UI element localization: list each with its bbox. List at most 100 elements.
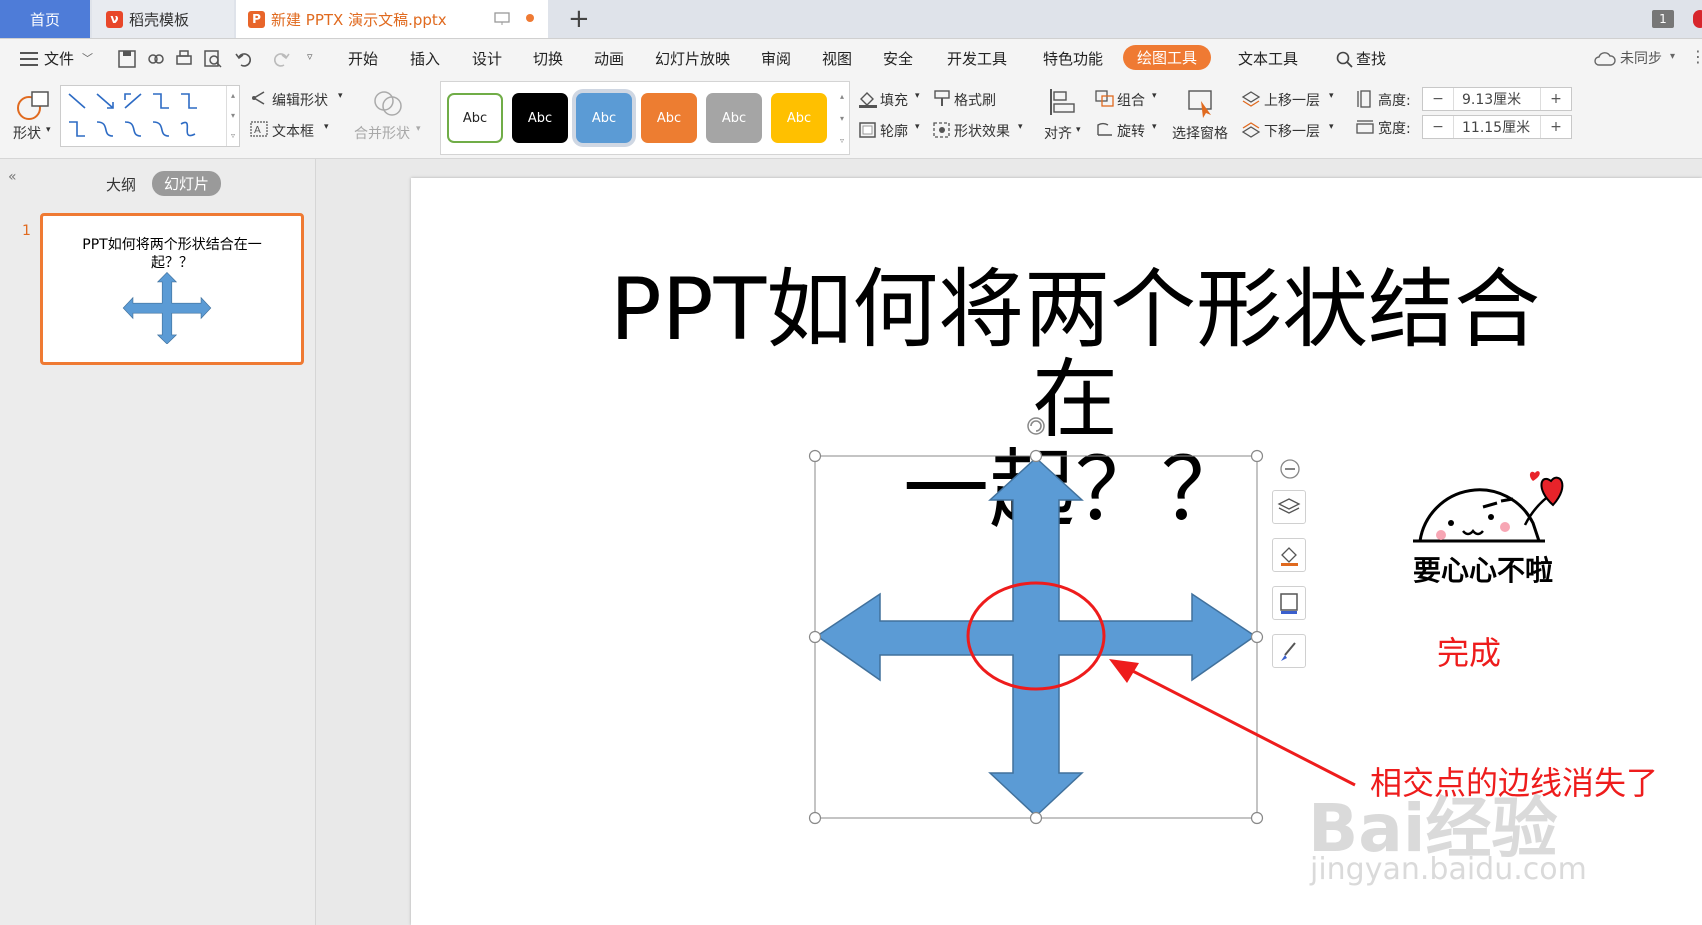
align-button[interactable]: 对齐: [1044, 123, 1072, 143]
quick-outline-button[interactable]: [1272, 586, 1306, 620]
style-gallery-scroll[interactable]: ▴ ▾ ▿: [836, 86, 848, 150]
more-icon[interactable]: ⋮: [1690, 47, 1702, 66]
align-icon[interactable]: [1048, 87, 1076, 117]
gallery-scroll[interactable]: ▴ ▾ ▿: [226, 86, 239, 146]
format-painter-icon[interactable]: [932, 89, 952, 107]
tab-templates[interactable]: ν 稻壳模板: [92, 0, 234, 38]
format-painter-button[interactable]: 格式刷: [954, 90, 996, 110]
menu-security[interactable]: 安全: [883, 48, 913, 69]
menu-insert[interactable]: 插入: [410, 48, 440, 69]
window-count-badge[interactable]: 1: [1652, 10, 1674, 28]
shape-effects-dropdown-icon[interactable]: ▾: [1018, 122, 1023, 132]
outline-button[interactable]: 轮廓: [880, 121, 908, 141]
group-icon[interactable]: [1095, 90, 1115, 108]
menu-animation[interactable]: 动画: [594, 48, 624, 69]
tab-document[interactable]: P 新建 PPTX 演示文稿.pptx: [236, 0, 548, 38]
fill-dropdown-icon[interactable]: ▾: [915, 91, 920, 101]
width-increase-button[interactable]: +: [1541, 119, 1571, 135]
tab-outline[interactable]: 大纲: [106, 174, 136, 195]
line-shapes-icon[interactable]: [61, 86, 226, 144]
menu-view[interactable]: 视图: [822, 48, 852, 69]
outline-dropdown-icon[interactable]: ▾: [915, 122, 920, 132]
chevron-down-icon[interactable]: ﹀: [82, 50, 93, 66]
print-preview-icon[interactable]: [204, 50, 222, 68]
menu-slideshow[interactable]: 幻灯片放映: [655, 48, 730, 69]
print-icon[interactable]: [175, 50, 193, 68]
shape-effects-button[interactable]: 形状效果: [954, 121, 1010, 141]
outline-icon[interactable]: [858, 121, 878, 139]
quick-fill-button[interactable]: [1272, 538, 1306, 572]
menu-file[interactable]: 文件: [44, 48, 74, 69]
shapes-dropdown-icon[interactable]: ▾: [46, 125, 51, 135]
cloud-sync-icon[interactable]: [1594, 51, 1616, 67]
link-icon[interactable]: [147, 50, 165, 68]
selection-pane-icon[interactable]: [1187, 89, 1217, 119]
search-icon[interactable]: [1336, 51, 1354, 69]
bring-forward-dropdown-icon[interactable]: ▾: [1329, 91, 1334, 101]
sticker-image[interactable]: 要心心不啦: [1405, 445, 1573, 605]
width-input[interactable]: 11.15厘米: [1453, 116, 1541, 138]
undo-icon[interactable]: [235, 50, 253, 68]
text-box-button[interactable]: 文本框: [272, 121, 314, 141]
text-box-dropdown-icon[interactable]: ▾: [324, 122, 329, 132]
height-decrease-button[interactable]: −: [1423, 91, 1453, 107]
group-dropdown-icon[interactable]: ▾: [1152, 91, 1157, 101]
menu-design[interactable]: 设计: [472, 48, 502, 69]
avatar[interactable]: [1693, 10, 1702, 28]
hamburger-icon[interactable]: [20, 52, 38, 66]
menu-transition[interactable]: 切换: [533, 48, 563, 69]
menu-developer[interactable]: 开发工具: [947, 48, 1007, 69]
height-stepper[interactable]: − 9.13厘米 +: [1422, 87, 1572, 111]
shape-gallery[interactable]: ▴ ▾ ▿: [60, 85, 240, 147]
merge-shape-icon[interactable]: [372, 89, 404, 117]
menu-review[interactable]: 审阅: [761, 48, 791, 69]
monitor-icon[interactable]: [494, 12, 510, 26]
menu-text-tools[interactable]: 文本工具: [1238, 48, 1298, 69]
collapse-panel-icon[interactable]: «: [8, 169, 17, 185]
zoom-out-icon[interactable]: [1279, 458, 1301, 480]
search-button[interactable]: 查找: [1356, 48, 1386, 69]
selection-pane-button[interactable]: 选择窗格: [1172, 123, 1228, 143]
menu-start[interactable]: 开始: [348, 48, 378, 69]
rotate-dropdown-icon[interactable]: ▾: [1152, 122, 1157, 132]
sync-status[interactable]: 未同步: [1620, 48, 1662, 68]
menu-features[interactable]: 特色功能: [1043, 48, 1103, 69]
send-backward-icon[interactable]: [1241, 121, 1261, 139]
tab-home[interactable]: 首页: [0, 0, 90, 38]
height-increase-button[interactable]: +: [1541, 91, 1571, 107]
style-black[interactable]: Abc: [512, 93, 568, 143]
width-stepper[interactable]: − 11.15厘米 +: [1422, 115, 1572, 139]
edit-shape-button[interactable]: 编辑形状: [272, 90, 328, 110]
text-box-icon[interactable]: A: [250, 121, 268, 137]
style-blue[interactable]: Abc: [576, 93, 632, 143]
slide-thumbnail[interactable]: PPT如何将两个形状结合在一起？？: [40, 213, 304, 365]
rotate-button[interactable]: 旋转: [1117, 121, 1145, 141]
edit-shape-icon[interactable]: [250, 90, 268, 106]
style-gold[interactable]: Abc: [771, 93, 827, 143]
bring-forward-button[interactable]: 上移一层: [1264, 90, 1320, 110]
width-decrease-button[interactable]: −: [1423, 119, 1453, 135]
group-button[interactable]: 组合: [1117, 90, 1145, 110]
shapes-icon[interactable]: [16, 89, 50, 121]
rotate-icon[interactable]: [1095, 121, 1115, 139]
style-gray[interactable]: Abc: [706, 93, 762, 143]
redo-icon[interactable]: [272, 50, 290, 68]
shapes-label[interactable]: 形状: [13, 123, 41, 143]
style-orange[interactable]: Abc: [641, 93, 697, 143]
layers-button[interactable]: [1272, 490, 1306, 524]
tab-slides[interactable]: 幻灯片: [152, 171, 222, 196]
fill-bucket-icon[interactable]: [858, 90, 878, 108]
menu-drawing-tools[interactable]: 绘图工具: [1123, 45, 1212, 70]
send-backward-dropdown-icon[interactable]: ▾: [1329, 122, 1334, 132]
align-dropdown-icon[interactable]: ▾: [1076, 125, 1081, 135]
save-icon[interactable]: [118, 50, 136, 68]
sync-dropdown-icon[interactable]: ▾: [1670, 51, 1675, 62]
fill-button[interactable]: 填充: [880, 90, 908, 110]
add-tab-button[interactable]: +: [568, 4, 590, 34]
height-input[interactable]: 9.13厘米: [1453, 88, 1541, 110]
bring-forward-icon[interactable]: [1241, 90, 1261, 108]
style-white-outline[interactable]: Abc: [447, 93, 503, 143]
customize-toolbar-icon[interactable]: ▿: [307, 50, 313, 63]
edit-shape-dropdown-icon[interactable]: ▾: [338, 91, 343, 101]
merge-shape-button[interactable]: 合并形状: [354, 123, 410, 143]
